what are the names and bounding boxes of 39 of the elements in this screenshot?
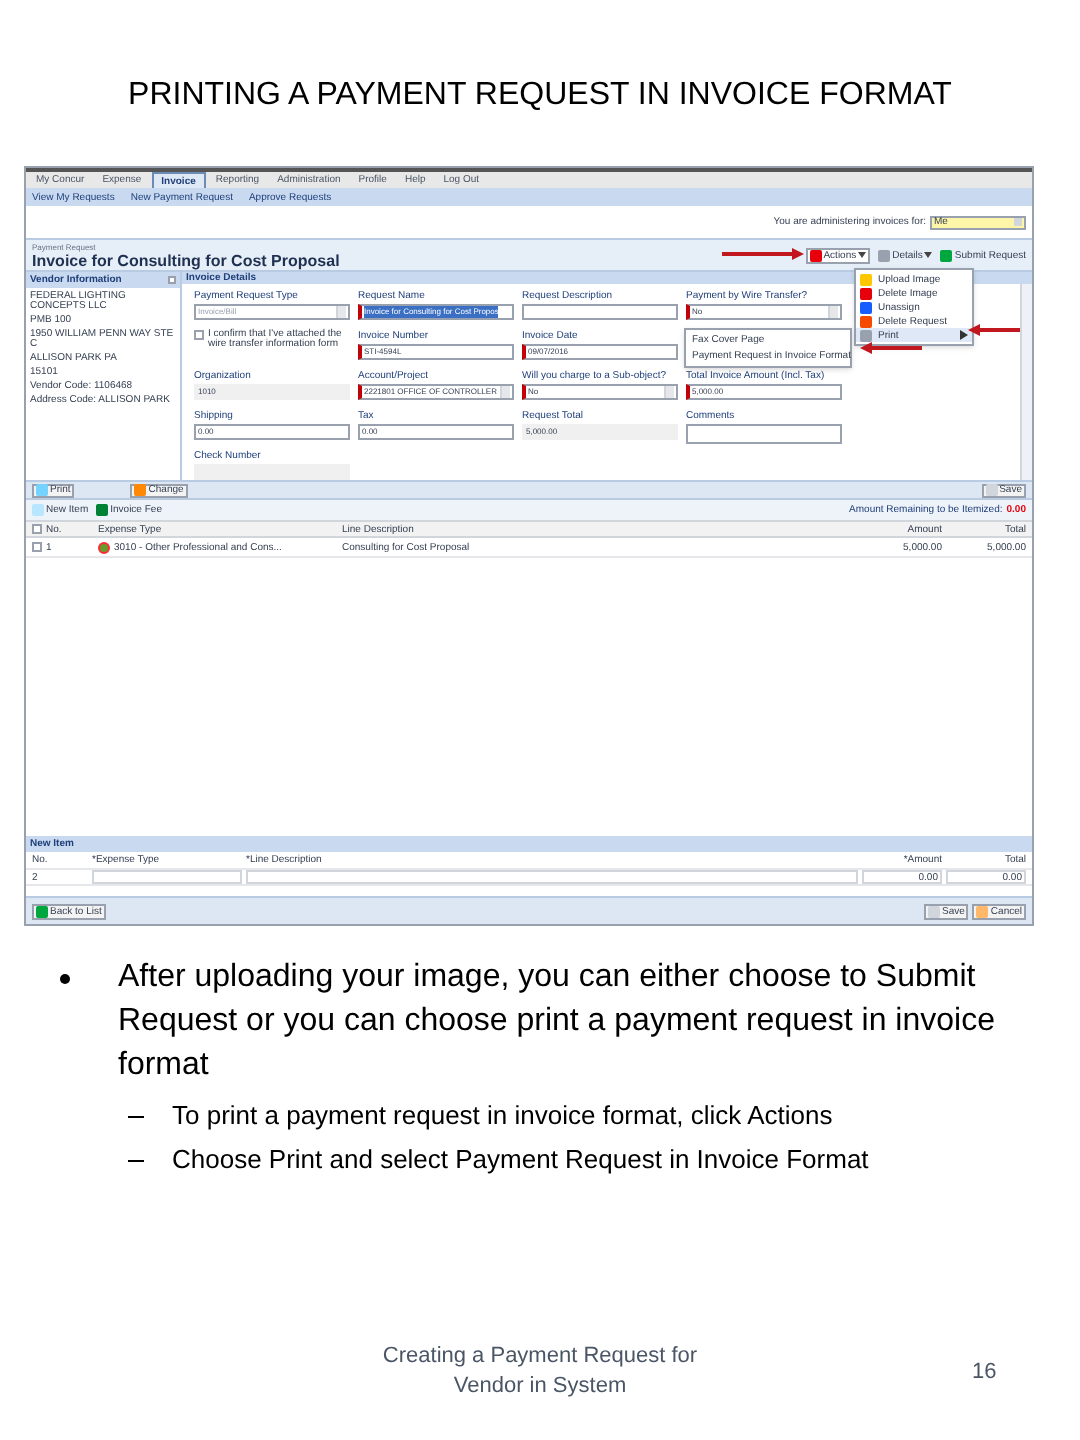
back-icon	[36, 905, 48, 917]
button-icon	[976, 905, 989, 917]
input-field[interactable]	[92, 870, 242, 884]
bullet-text: After uploading your image, you can either choose to Submit Request or you can choose print a payment request in invoice format	[118, 958, 997, 1086]
collapse-icon	[168, 276, 176, 284]
receipt-icon	[98, 541, 110, 553]
checkbox[interactable]	[194, 330, 204, 340]
dropdown-icon	[1014, 218, 1022, 226]
input-field[interactable]	[522, 304, 678, 320]
dash-icon	[128, 1160, 144, 1162]
input-field[interactable]	[686, 424, 842, 444]
sub-bullet-text: Choose Print and select Payment Request in Invoice Format	[172, 1144, 869, 1176]
pointer-arrow	[968, 324, 1020, 336]
dropdown-icon	[828, 306, 838, 318]
input-field[interactable]	[194, 464, 350, 480]
dropdown-icon	[336, 306, 346, 318]
checkbox[interactable]	[32, 524, 42, 534]
toolbar-icon	[32, 504, 44, 516]
button-icon	[928, 905, 941, 917]
toolbar-icon	[809, 249, 822, 261]
save-icon	[985, 484, 998, 496]
footer-caption: Creating a Payment Request for Vendor in System	[380, 1342, 700, 1402]
page-number: 16	[972, 1358, 997, 1388]
dropdown-icon	[664, 386, 674, 398]
toolbar-icon	[96, 504, 109, 516]
dropdown-icon	[500, 386, 510, 398]
button-icon	[36, 484, 48, 496]
toolbar-icon	[878, 249, 891, 261]
input-field[interactable]	[246, 870, 858, 884]
dash-icon	[128, 1116, 144, 1118]
page-heading: Invoice for Consulting for Cost Proposal	[32, 251, 340, 269]
toolbar-icon	[940, 249, 953, 261]
slide-title: PRINTING A PAYMENT REQUEST IN INVOICE FORMAT	[126, 76, 954, 116]
bullet-icon	[60, 974, 70, 984]
button-icon	[134, 484, 147, 496]
sub-bullet-text: To print a payment request in invoice format, click Actions	[172, 1100, 833, 1132]
pointer-arrow	[860, 342, 922, 354]
pointer-arrow	[722, 248, 804, 260]
checkbox[interactable]	[32, 542, 42, 552]
